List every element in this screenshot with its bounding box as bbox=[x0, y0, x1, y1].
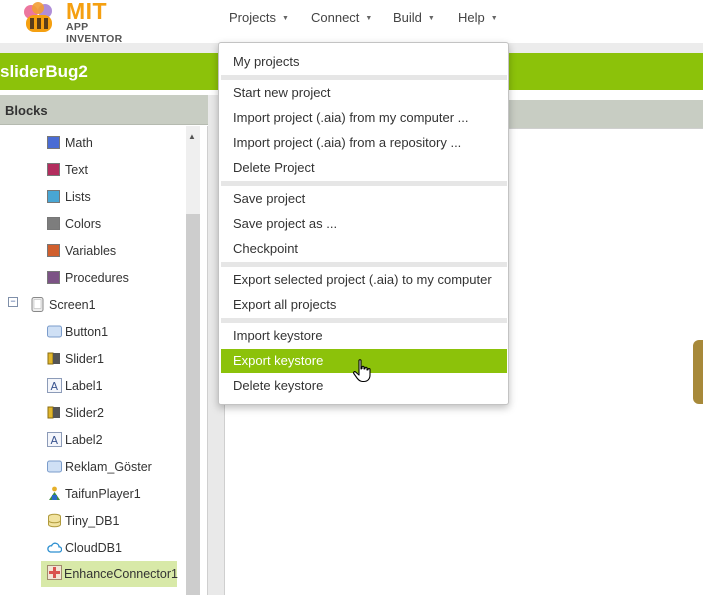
hand-pointer-cursor-icon bbox=[353, 359, 371, 383]
blocks-title: Blocks bbox=[5, 103, 48, 118]
extension-icon bbox=[47, 565, 62, 580]
nav-help-label: Help bbox=[458, 10, 485, 25]
caret-down-icon: ▼ bbox=[365, 15, 373, 22]
menu-separator bbox=[221, 318, 507, 323]
menu-item-import-project-repository[interactable]: Import project (.aia) from a repository … bbox=[221, 131, 507, 155]
component-label: Button1 bbox=[65, 325, 109, 339]
menu-item-label: My projects bbox=[233, 54, 300, 69]
cloud-icon bbox=[47, 542, 62, 553]
nav-connect-label: Connect bbox=[311, 10, 360, 25]
nav-projects-label: Projects bbox=[229, 10, 276, 25]
menu-separator bbox=[221, 262, 507, 267]
menu-separator bbox=[221, 181, 507, 186]
menu-item-import-project-computer[interactable]: Import project (.aia) from my computer .… bbox=[221, 106, 507, 130]
menu-item-label: Import project (.aia) from my computer .… bbox=[233, 110, 469, 125]
text-color-icon bbox=[47, 163, 60, 176]
menu-item-label: Export all projects bbox=[233, 297, 337, 312]
scroll-up-arrow-icon[interactable]: ▲ bbox=[188, 132, 196, 141]
menu-item-save-project[interactable]: Save project bbox=[221, 187, 507, 211]
svg-text:A: A bbox=[51, 434, 59, 447]
menu-item-export-selected-project[interactable]: Export selected project (.aia) to my com… bbox=[221, 268, 507, 292]
caret-down-icon: ▼ bbox=[281, 15, 289, 22]
app-inventor-logo[interactable]: MIT APP INVENTOR bbox=[16, 0, 146, 45]
menu-item-label: Delete Project bbox=[233, 160, 315, 175]
menu-item-label: Import project (.aia) from a repository … bbox=[233, 135, 462, 150]
menu-item-label: Delete keystore bbox=[233, 378, 324, 393]
drawer-label: Variables bbox=[65, 244, 117, 258]
svg-text:A: A bbox=[51, 380, 59, 393]
component-label: EnhanceConnector1 bbox=[64, 567, 178, 581]
colors-color-icon bbox=[47, 217, 60, 230]
procedures-color-icon bbox=[47, 271, 60, 284]
menu-item-label: Checkpoint bbox=[233, 241, 299, 256]
menu-item-label: Save project as ... bbox=[233, 216, 338, 231]
screen-label: Screen1 bbox=[49, 298, 96, 312]
label-icon: A bbox=[47, 378, 62, 393]
project-name: sliderBug2 bbox=[0, 62, 88, 81]
screen-icon bbox=[31, 297, 44, 312]
database-icon bbox=[48, 513, 61, 528]
nav-connect[interactable]: Connect ▼ bbox=[311, 10, 372, 25]
slider-icon bbox=[47, 352, 60, 365]
blocks-tree: Math Text Lists Colors Variables Procedu… bbox=[0, 126, 208, 595]
collapse-toggle-icon[interactable]: − bbox=[8, 297, 18, 307]
component-label: Slider2 bbox=[65, 406, 104, 420]
blocks-panel-header: Blocks bbox=[0, 95, 208, 125]
drawer-label: Math bbox=[65, 136, 93, 150]
drawer-label: Colors bbox=[65, 217, 102, 231]
drawer-label: Lists bbox=[65, 190, 91, 204]
lists-color-icon bbox=[47, 190, 60, 203]
menu-item-checkpoint[interactable]: Checkpoint bbox=[221, 237, 507, 261]
component-label: Reklam_Göster bbox=[65, 460, 152, 474]
menu-item-save-project-as[interactable]: Save project as ... bbox=[221, 212, 507, 236]
slider-icon bbox=[47, 406, 60, 419]
player-icon bbox=[49, 486, 60, 500]
bee-logo-icon bbox=[24, 2, 52, 32]
component-label: Label2 bbox=[65, 433, 103, 447]
variables-color-icon bbox=[47, 244, 60, 257]
menu-separator bbox=[221, 75, 507, 80]
menu-item-label: Start new project bbox=[233, 85, 331, 100]
component-label: CloudDB1 bbox=[65, 541, 122, 555]
math-color-icon bbox=[47, 136, 60, 149]
drawer-label: Procedures bbox=[65, 271, 129, 285]
component-label: Slider1 bbox=[65, 352, 104, 366]
menu-item-import-keystore[interactable]: Import keystore bbox=[221, 324, 507, 348]
component-label: TaifunPlayer1 bbox=[65, 487, 141, 501]
menu-item-label: Save project bbox=[233, 191, 306, 206]
caret-down-icon: ▼ bbox=[427, 15, 435, 22]
menu-item-label: Export selected project (.aia) to my com… bbox=[233, 272, 492, 287]
menu-item-export-all-projects[interactable]: Export all projects bbox=[221, 293, 507, 317]
caret-down-icon: ▼ bbox=[490, 15, 498, 22]
tree-component-selected[interactable]: EnhanceConnector1 bbox=[41, 561, 178, 587]
logo-subtitle: APP INVENTOR bbox=[66, 21, 123, 45]
nav-build-label: Build bbox=[393, 10, 422, 25]
menu-item-label: Export keystore bbox=[233, 353, 324, 368]
button-icon bbox=[47, 460, 62, 473]
top-bar: MIT APP INVENTOR Projects ▼ Connect ▼ Buil… bbox=[0, 0, 703, 45]
blocks-scrollbar[interactable]: ▲ bbox=[186, 126, 200, 595]
projects-menu: My projects Start new project Import pro… bbox=[218, 42, 509, 405]
nav-build[interactable]: Build ▼ bbox=[393, 10, 435, 25]
drawer-label: Text bbox=[65, 163, 88, 177]
menu-item-start-new-project[interactable]: Start new project bbox=[221, 81, 507, 105]
label-icon: A bbox=[47, 432, 62, 447]
component-label: Label1 bbox=[65, 379, 103, 393]
nav-projects[interactable]: Projects ▼ bbox=[229, 10, 289, 25]
nav-help[interactable]: Help ▼ bbox=[458, 10, 498, 25]
menu-item-delete-project[interactable]: Delete Project bbox=[221, 156, 507, 180]
menu-item-my-projects[interactable]: My projects bbox=[221, 50, 507, 74]
menu-item-label: Import keystore bbox=[233, 328, 323, 343]
workspace-block[interactable] bbox=[693, 340, 703, 404]
component-label: Tiny_DB1 bbox=[65, 514, 120, 528]
scrollbar-thumb[interactable] bbox=[186, 214, 200, 595]
button-icon bbox=[47, 325, 62, 338]
